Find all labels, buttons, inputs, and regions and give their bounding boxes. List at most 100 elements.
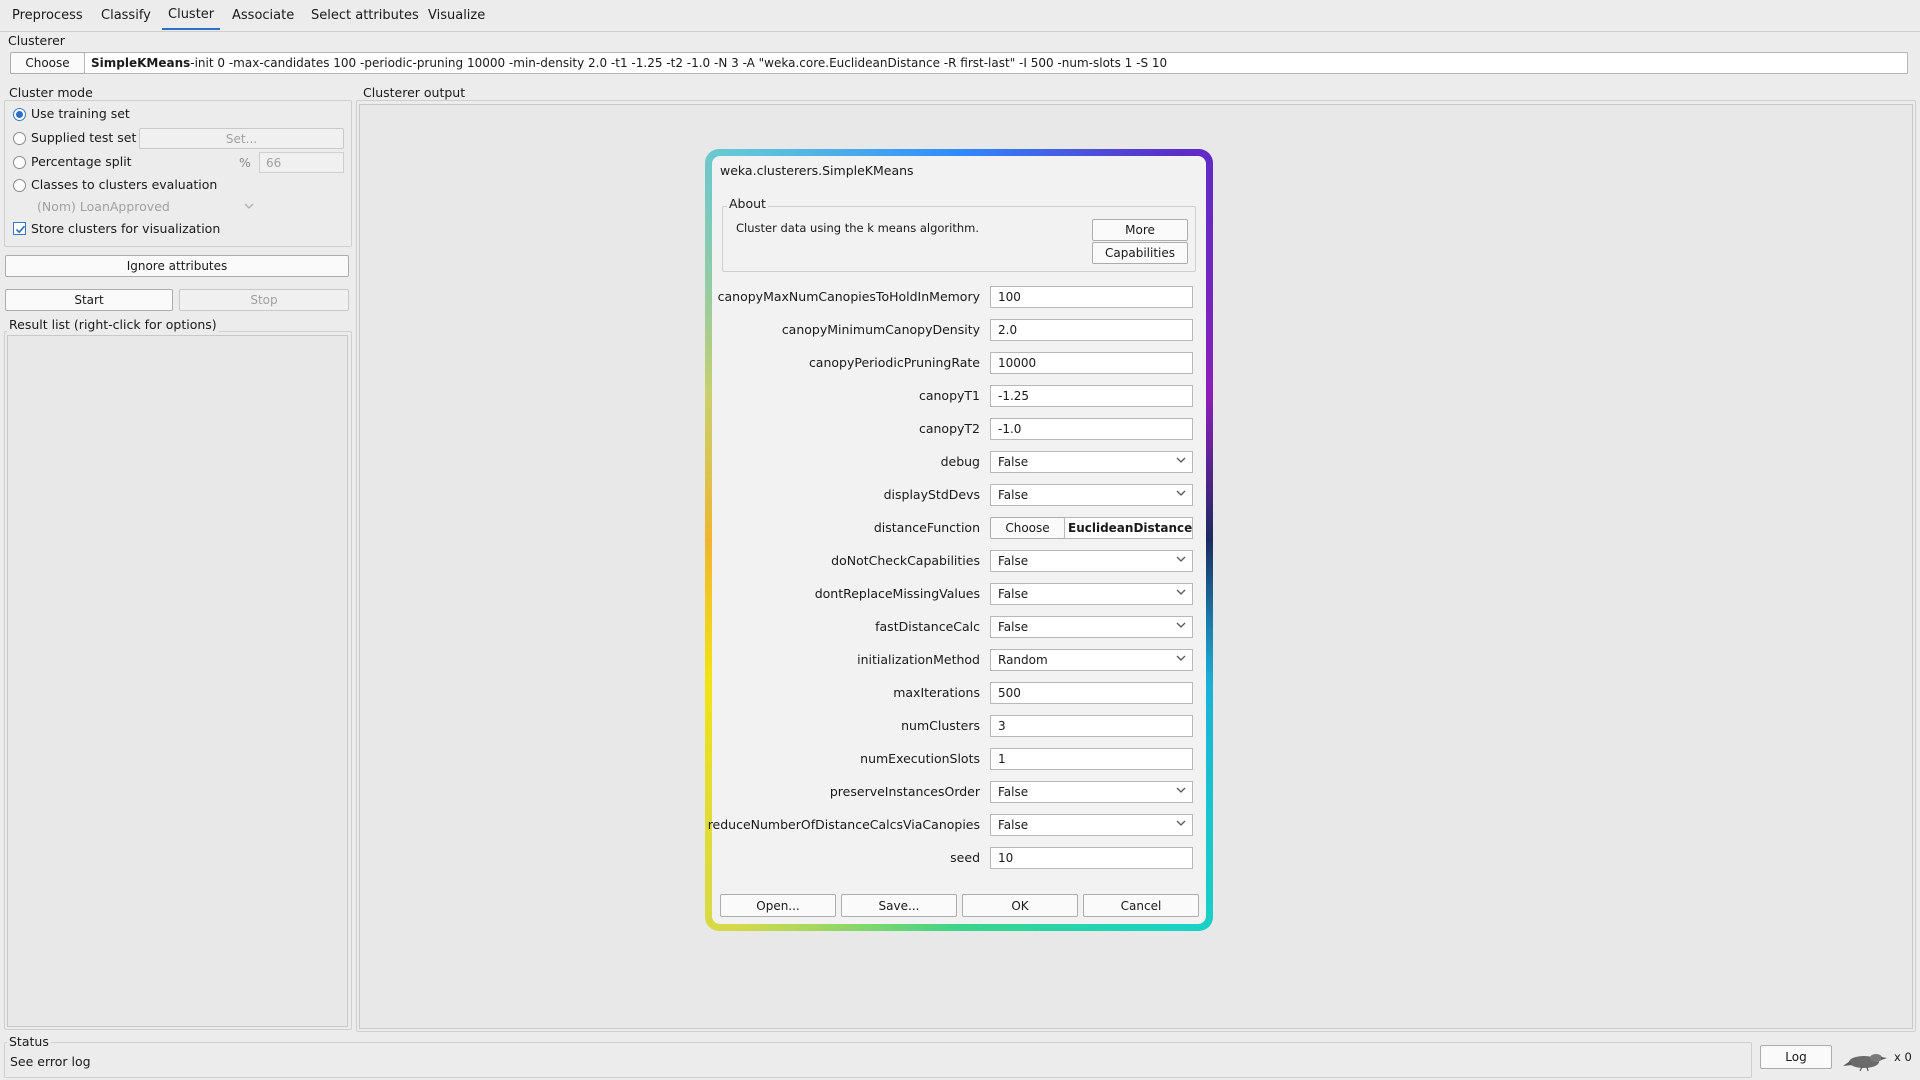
property-label-canopy-t2: canopyT2 — [918, 421, 980, 436]
clusterer-choose-button[interactable]: Choose — [10, 52, 85, 74]
checkmark-icon — [15, 225, 26, 234]
status-text: See error log — [10, 1054, 91, 1069]
clusterer-section-title: Clusterer — [8, 33, 65, 48]
chevron-down-icon — [244, 203, 254, 209]
cluster-mode-title: Cluster mode — [7, 85, 95, 100]
open-button[interactable]: Open... — [720, 894, 836, 917]
ignore-attributes-button[interactable]: Ignore attributes — [5, 255, 349, 277]
property-select-initialization-method[interactable]: Random — [990, 649, 1193, 671]
chevron-down-icon — [1176, 820, 1186, 826]
property-label-debug: debug — [940, 454, 980, 469]
about-text: Cluster data using the k means algorithm… — [736, 221, 980, 235]
chevron-down-icon — [1176, 655, 1186, 661]
property-label-fast-distance-calc: fastDistanceCalc — [875, 619, 980, 634]
property-input-max-iterations[interactable]: 500 — [990, 682, 1193, 704]
log-button[interactable]: Log — [1760, 1045, 1832, 1069]
tab-preprocess[interactable]: Preprocess — [6, 0, 89, 30]
tab-associate[interactable]: Associate — [226, 0, 300, 30]
property-select-value: False — [998, 455, 1029, 469]
supplied-test-set-label: Supplied test set — [31, 130, 137, 145]
chevron-down-icon — [1176, 622, 1186, 628]
property-input-seed[interactable]: 10 — [990, 847, 1193, 869]
property-select-fast-distance-calc[interactable]: False — [990, 616, 1193, 638]
property-select-display-std-devs[interactable]: False — [990, 484, 1193, 506]
property-input-num-clusters[interactable]: 3 — [990, 715, 1193, 737]
property-input-canopy-minimum-canopy-density[interactable]: 2.0 — [990, 319, 1193, 341]
percentage-split-radio[interactable] — [13, 156, 26, 169]
weka-bird-icon — [1843, 1054, 1887, 1071]
clusterer-name: SimpleKMeans — [91, 56, 191, 70]
status-title: Status — [7, 1034, 51, 1049]
property-label-max-iterations: maxIterations — [893, 685, 980, 700]
property-select-value: False — [998, 554, 1029, 568]
cancel-button[interactable]: Cancel — [1083, 894, 1199, 917]
clusterer-config-field[interactable]: SimpleKMeans -init 0 -max-candidates 100… — [84, 52, 1908, 74]
percent-symbol: % — [239, 155, 251, 170]
tab-select-attributes[interactable]: Select attributes — [305, 0, 425, 30]
property-select-dont-replace-missing-values[interactable]: False — [990, 583, 1193, 605]
property-select-value: False — [998, 488, 1029, 502]
property-select-value: False — [998, 620, 1029, 634]
percentage-split-input[interactable]: 66 — [259, 152, 344, 173]
property-select-value: False — [998, 818, 1029, 832]
chevron-down-icon — [1176, 787, 1186, 793]
property-label-initialization-method: initializationMethod — [857, 652, 980, 667]
property-label-canopy-periodic-pruning-rate: canopyPeriodicPruningRate — [808, 355, 980, 370]
property-select-reduce-number-of-distance-calcs-via-canopies[interactable]: False — [990, 814, 1193, 836]
property-label-seed: seed — [950, 850, 980, 865]
result-list-title: Result list (right-click for options) — [7, 317, 219, 332]
save-button[interactable]: Save... — [841, 894, 957, 917]
tab-visualize[interactable]: Visualize — [422, 0, 491, 30]
property-label-num-clusters: numClusters — [901, 718, 980, 733]
classes-to-clusters-label: Classes to clusters evaluation — [31, 177, 218, 192]
supplied-test-set-radio[interactable] — [13, 132, 26, 145]
class-attribute-value: (Nom) LoanApproved — [37, 199, 170, 214]
property-select-debug[interactable]: False — [990, 451, 1193, 473]
property-select-value: False — [998, 587, 1029, 601]
property-input-canopy-t1[interactable]: -1.25 — [990, 385, 1193, 407]
percentage-split-label: Percentage split — [31, 154, 132, 169]
tab-classify[interactable]: Classify — [95, 0, 157, 30]
property-select-value: False — [998, 785, 1029, 799]
property-input-num-execution-slots[interactable]: 1 — [990, 748, 1193, 770]
status-group — [4, 1042, 1752, 1078]
property-label-canopy-max-num-canopies-to-hold-in-memory: canopyMaxNumCanopiesToHoldInMemory — [717, 289, 980, 304]
dialog-title: weka.clusterers.SimpleKMeans — [720, 163, 914, 178]
chevron-down-icon — [1176, 457, 1186, 463]
ok-button[interactable]: OK — [962, 894, 1078, 917]
property-label-dont-replace-missing-values: dontReplaceMissingValues — [814, 586, 980, 601]
property-input-canopy-periodic-pruning-rate[interactable]: 10000 — [990, 352, 1193, 374]
start-button[interactable]: Start — [5, 289, 173, 311]
set-test-set-button[interactable]: Set... — [139, 128, 344, 149]
property-select-preserve-instances-order[interactable]: False — [990, 781, 1193, 803]
class-attribute-select[interactable]: (Nom) LoanApproved — [30, 197, 258, 217]
classes-to-clusters-radio[interactable] — [13, 179, 26, 192]
property-select-value: Random — [998, 653, 1048, 667]
tab-bar: Preprocess Classify Cluster Associate Se… — [0, 0, 1920, 32]
more-button[interactable]: More — [1092, 219, 1188, 241]
task-count: x 0 — [1894, 1050, 1912, 1064]
property-label-preserve-instances-order: preserveInstancesOrder — [829, 784, 980, 799]
property-label-do-not-check-capabilities: doNotCheckCapabilities — [831, 553, 980, 568]
capabilities-button[interactable]: Capabilities — [1092, 242, 1188, 264]
clusterer-output-title: Clusterer output — [361, 85, 468, 100]
property-label-num-execution-slots: numExecutionSlots — [860, 751, 980, 766]
use-training-set-label: Use training set — [31, 106, 130, 121]
property-input-canopy-max-num-canopies-to-hold-in-memory[interactable]: 100 — [990, 286, 1193, 308]
distance-function-choose-button[interactable]: Choose — [990, 517, 1065, 539]
stop-button[interactable]: Stop — [179, 289, 349, 311]
tab-cluster[interactable]: Cluster — [162, 0, 221, 30]
clusterer-options: -init 0 -max-candidates 100 -periodic-pr… — [190, 56, 1168, 70]
property-label-canopy-minimum-canopy-density: canopyMinimumCanopyDensity — [781, 322, 980, 337]
result-list[interactable] — [7, 335, 348, 1027]
store-clusters-label: Store clusters for visualization — [31, 221, 221, 236]
property-input-canopy-t2[interactable]: -1.0 — [990, 418, 1193, 440]
property-label-reduce-number-of-distance-calcs-via-canopies: reduceNumberOfDistanceCalcsViaCanopies — [707, 817, 980, 832]
chevron-down-icon — [1176, 556, 1186, 562]
distance-function-field[interactable]: EuclideanDistance -R first-last — [1064, 517, 1193, 539]
property-label-distance-function: distanceFunction — [873, 520, 980, 535]
store-clusters-checkbox[interactable] — [13, 222, 26, 235]
property-select-do-not-check-capabilities[interactable]: False — [990, 550, 1193, 572]
use-training-set-radio[interactable] — [13, 108, 26, 121]
about-title: About — [727, 196, 768, 211]
